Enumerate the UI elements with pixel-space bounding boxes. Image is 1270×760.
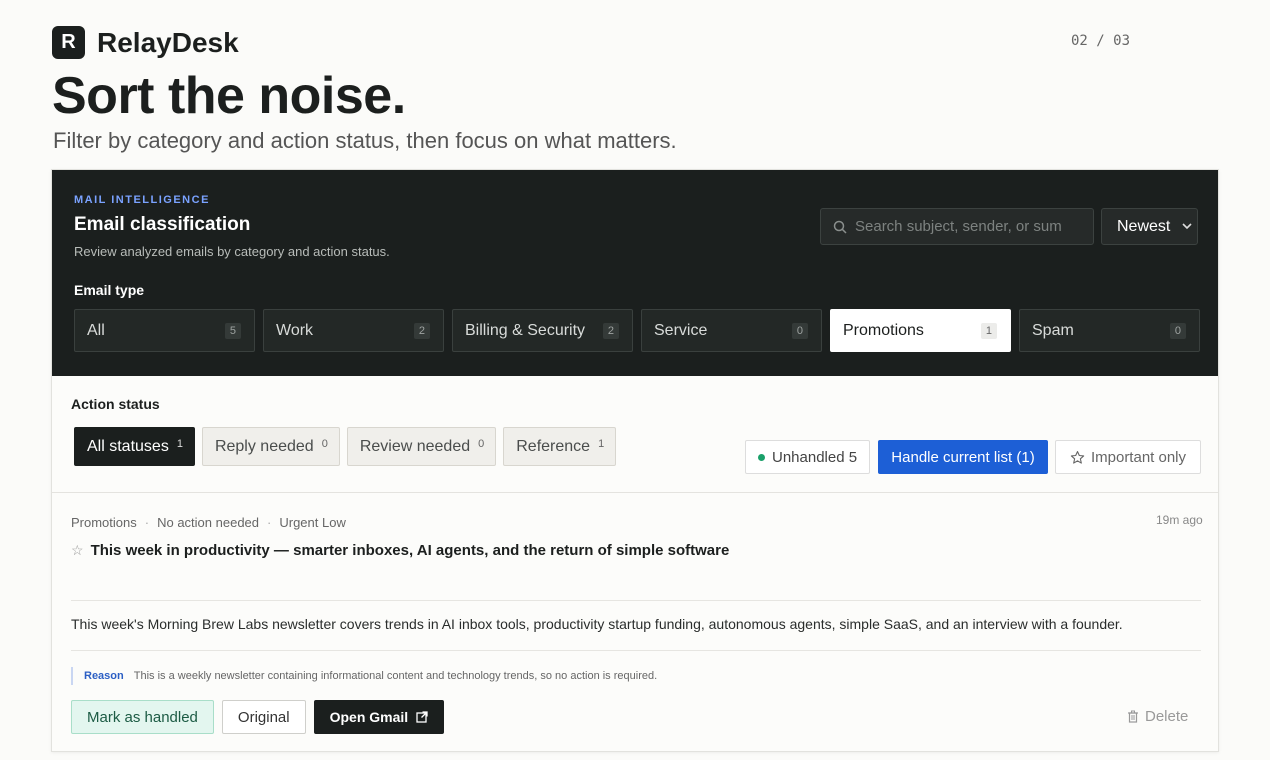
status-label: Review needed [359, 437, 471, 455]
status-filter-reference[interactable]: Reference 1 [503, 427, 617, 466]
separator: · [267, 515, 272, 530]
tab-count: 2 [602, 322, 619, 339]
status-label: Reference [516, 437, 591, 455]
tab-label: Service [654, 321, 708, 339]
status-count: 1 [598, 437, 605, 450]
tab-count: 0 [791, 322, 808, 339]
important-only-label: Important only [1090, 448, 1187, 466]
panel-eyebrow: MAIL INTELLIGENCE [74, 194, 210, 206]
status-filter-all[interactable]: All statuses 1 [74, 427, 195, 466]
email-type-tabs: All 5 Work 2 Billing & Security 2 Service 0 … [74, 309, 1200, 352]
sort-selected: Newest [1117, 217, 1171, 235]
tab-label: Spam [1032, 321, 1074, 339]
email-subject-row: ☆ This week in productivity — smarter in… [71, 542, 729, 559]
email-category: Promotions [71, 515, 137, 530]
status-filter-reply-needed[interactable]: Reply needed 0 [201, 427, 340, 466]
unhandled-label: Unhandled 5 [772, 448, 858, 466]
unhandled-badge[interactable]: Unhandled 5 [745, 440, 871, 474]
email-type-label: Email type [74, 282, 145, 298]
important-only-toggle[interactable]: Important only [1055, 440, 1201, 474]
status-label: Reply needed [214, 437, 314, 455]
divider [52, 492, 1218, 493]
classification-header: MAIL INTELLIGENCE Email classification R… [52, 170, 1218, 376]
brand-logo: R [52, 26, 85, 59]
tab-label: Billing & Security [465, 321, 586, 339]
original-button[interactable]: Original [221, 700, 306, 734]
tab-all[interactable]: All 5 [74, 309, 255, 352]
external-link-icon [416, 711, 428, 723]
search-icon [833, 220, 847, 234]
email-urgency: Urgent Low [279, 515, 346, 530]
star-icon[interactable]: ☆ [71, 542, 84, 559]
search-input[interactable] [855, 218, 1075, 235]
tab-spam[interactable]: Spam 0 [1019, 309, 1200, 352]
reason-text: This is a weekly newsletter containing i… [133, 670, 658, 682]
email-action: No action needed [157, 515, 260, 530]
reason-label: Reason [84, 670, 124, 682]
trash-icon [1128, 710, 1138, 723]
tab-promotions[interactable]: Promotions 1 [830, 309, 1011, 352]
page-counter: 02 / 03 [1071, 33, 1131, 49]
email-meta: Promotions · No action needed · Urgent L… [71, 515, 346, 530]
divider [71, 650, 1201, 651]
tab-label: All [87, 321, 105, 339]
tab-label: Work [276, 321, 314, 339]
handle-current-list-button[interactable]: Handle current list (1) [878, 440, 1048, 474]
headline: Sort the noise. [52, 67, 406, 125]
action-status-label: Action status [71, 396, 160, 412]
subhead: Filter by category and action status, th… [53, 128, 677, 153]
brand: R RelayDesk [52, 26, 239, 59]
sort-select[interactable]: Newest [1101, 208, 1198, 245]
tab-billing-security[interactable]: Billing & Security 2 [452, 309, 633, 352]
brand-name: RelayDesk [97, 26, 239, 58]
divider [71, 600, 1201, 601]
tab-count: 0 [1169, 322, 1186, 339]
email-classification-card: MAIL INTELLIGENCE Email classification R… [51, 169, 1219, 752]
reason-block: Reason This is a weekly newsletter conta… [71, 667, 657, 685]
delete-button[interactable]: Delete [1127, 708, 1188, 725]
status-count: 1 [176, 437, 183, 450]
delete-label: Delete [1145, 708, 1189, 725]
mark-handled-button[interactable]: Mark as handled [71, 700, 214, 734]
star-icon [1070, 450, 1085, 464]
separator: · [144, 515, 150, 530]
tab-count: 2 [413, 322, 430, 339]
tab-count: 1 [980, 322, 997, 339]
tab-work[interactable]: Work 2 [263, 309, 444, 352]
panel-description: Review analyzed emails by category and a… [74, 244, 390, 259]
search-box[interactable] [820, 208, 1094, 245]
email-actions: Mark as handled Original Open Gmail [71, 700, 445, 734]
open-gmail-button[interactable]: Open Gmail [313, 700, 445, 734]
open-gmail-label: Open Gmail [329, 709, 409, 725]
action-status-filters: All statuses 1 Reply needed 0 Review neede… [74, 427, 617, 466]
tab-service[interactable]: Service 0 [641, 309, 822, 352]
chevron-down-icon [1182, 223, 1192, 230]
status-filter-review-needed[interactable]: Review needed 0 [346, 427, 497, 466]
tab-label: Promotions [843, 321, 924, 339]
panel-title: Email classification [74, 214, 251, 235]
email-subject[interactable]: This week in productivity — smarter inbo… [91, 542, 730, 559]
status-dot-icon [758, 453, 765, 461]
status-label: All statuses [87, 437, 169, 455]
email-summary: This week's Morning Brew Labs newsletter… [71, 616, 1123, 632]
tab-count: 5 [224, 322, 241, 339]
status-count: 0 [321, 437, 328, 450]
status-count: 0 [478, 437, 485, 450]
email-age: 19m ago [1156, 513, 1203, 527]
